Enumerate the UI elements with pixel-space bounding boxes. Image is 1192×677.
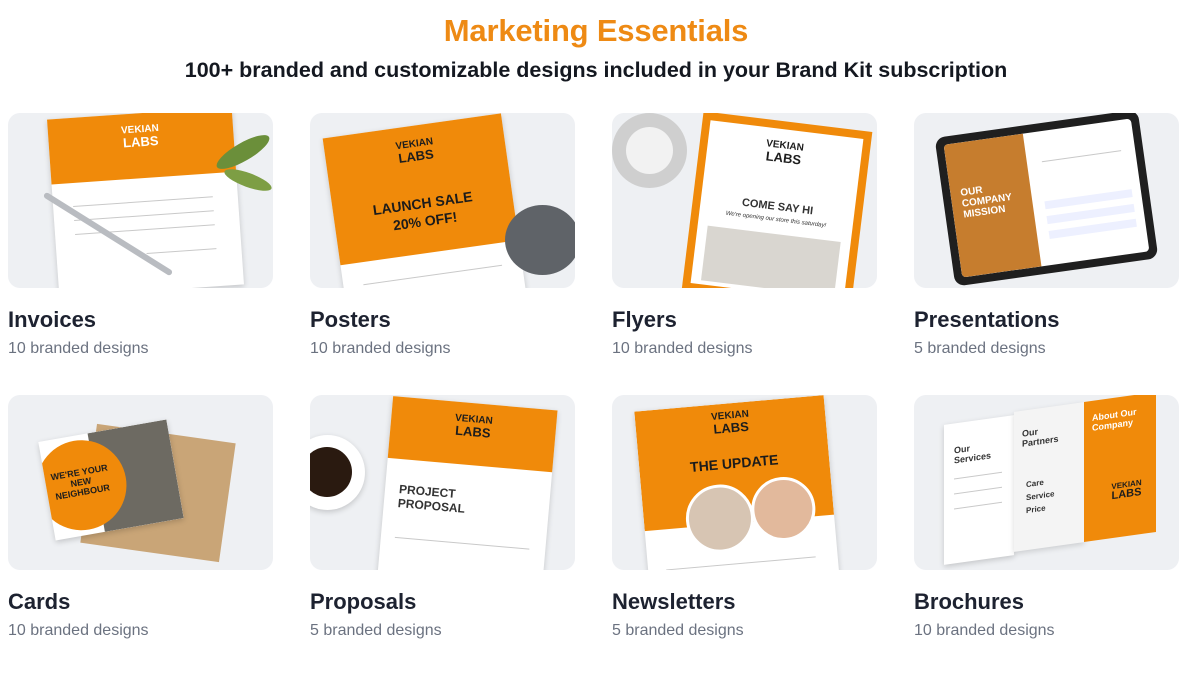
card-title[interactable]: Flyers [612, 307, 877, 333]
card-title[interactable]: Proposals [310, 589, 575, 615]
page-subtitle: 100+ branded and customizable designs in… [184, 58, 1008, 82]
card-title[interactable]: Posters [310, 307, 575, 333]
card-title[interactable]: Presentations [914, 307, 1179, 333]
flyer-thumbnail[interactable]: VEKIAN LABS COME SAY HI We're opening ou… [612, 113, 877, 288]
divider [394, 536, 530, 550]
divider [73, 196, 213, 208]
card-subtitle: 10 branded designs [310, 340, 451, 357]
flyer-photo [700, 225, 841, 288]
brand-logo: VEKIAN LABS [110, 123, 171, 150]
card-title[interactable]: Invoices [8, 307, 273, 333]
card-subtitle: 5 branded designs [914, 340, 1046, 357]
newsletter-thumbnail[interactable]: VEKIAN LABS THE UPDATE [612, 395, 877, 570]
card-subtitle: 10 branded designs [8, 340, 149, 357]
card-title[interactable]: Newsletters [612, 589, 877, 615]
design-grid: VEKIAN LABS Invoices 10 branded designs … [8, 113, 1179, 677]
flyer-paper: VEKIAN LABS COME SAY HI We're opening ou… [681, 113, 873, 288]
divider [363, 264, 503, 286]
flyer-inner: VEKIAN LABS COME SAY HI We're opening ou… [690, 120, 864, 288]
proposal-paper: VEKIAN LABS PROJECT PROPOSAL [377, 396, 558, 570]
brochure-panel-left: Our Services [944, 415, 1014, 565]
proposal-thumbnail[interactable]: VEKIAN LABS PROJECT PROPOSAL [310, 395, 575, 570]
brochure-partners: Our Partners [1022, 426, 1059, 449]
candle-wax [626, 127, 673, 174]
card-subtitle: 10 branded designs [612, 340, 753, 357]
card-subtitle: 10 branded designs [8, 622, 149, 639]
brand-logo: VEKIAN LABS [445, 413, 502, 441]
tablet-frame: OUR COMPANY MISSION [934, 113, 1159, 287]
card-newsletters[interactable]: VEKIAN LABS THE UPDATE Newsletters 5 bra… [612, 395, 877, 677]
proposal-title: PROJECT PROPOSAL [397, 482, 466, 516]
brand-logo: VEKIAN LABS [756, 138, 812, 167]
card-posters[interactable]: VEKIAN LABS LAUNCH SALE 20% OFF! Posters… [310, 113, 575, 395]
stone-icon [505, 205, 575, 275]
brochure-panel-middle: Our Partners Care Service Price [1014, 402, 1084, 552]
divider [74, 210, 214, 222]
brochure-about: About Our Company [1092, 406, 1137, 433]
brochure-thumbnail[interactable]: Our Services Our Partners Care Service P… [914, 395, 1179, 570]
divider [954, 486, 1002, 495]
card-invoices[interactable]: VEKIAN LABS Invoices 10 branded designs [8, 113, 273, 395]
card-title[interactable]: Brochures [914, 589, 1179, 615]
brochure-services: Our Services [954, 443, 992, 466]
newsletter-paper: VEKIAN LABS THE UPDATE [634, 395, 840, 570]
card-subtitle: 5 branded designs [310, 622, 442, 639]
divider [954, 501, 1002, 510]
cards-thumbnail[interactable]: WE'RE YOUR NEW NEIGHBOUR [8, 395, 273, 570]
divider [146, 248, 217, 255]
poster-paper: VEKIAN LABS LAUNCH SALE 20% OFF! [322, 113, 528, 288]
tablet-screen: OUR COMPANY MISSION [943, 118, 1150, 278]
card-flyers[interactable]: VEKIAN LABS COME SAY HI We're opening ou… [612, 113, 877, 395]
header: Marketing Essentials 100+ branded and cu… [0, 0, 1192, 84]
card-subtitle: 5 branded designs [612, 622, 744, 639]
card-brochures[interactable]: Our Services Our Partners Care Service P… [914, 395, 1179, 677]
card-presentations[interactable]: OUR COMPANY MISSION Presentations 5 bran… [914, 113, 1179, 395]
page-title: Marketing Essentials [443, 13, 749, 48]
card-subtitle: 10 branded designs [914, 622, 1055, 639]
divider [1041, 150, 1122, 163]
divider [666, 556, 816, 570]
card-title[interactable]: Cards [8, 589, 273, 615]
card-cards[interactable]: WE'RE YOUR NEW NEIGHBOUR Cards 10 brande… [8, 395, 273, 677]
presentation-thumbnail[interactable]: OUR COMPANY MISSION [914, 113, 1179, 288]
brochure-panel-right: About Our Company VEKIAN LABS [1084, 395, 1156, 543]
card-proposals[interactable]: VEKIAN LABS PROJECT PROPOSAL Proposals 5… [310, 395, 575, 677]
brand-logo: VEKIAN LABS [1104, 478, 1149, 503]
divider [954, 471, 1002, 480]
invoice-thumbnail[interactable]: VEKIAN LABS [8, 113, 273, 288]
brand-logo: VEKIAN LABS [703, 409, 759, 437]
poster-thumbnail[interactable]: VEKIAN LABS LAUNCH SALE 20% OFF! [310, 113, 575, 288]
invoice-paper: VEKIAN LABS [47, 113, 244, 288]
